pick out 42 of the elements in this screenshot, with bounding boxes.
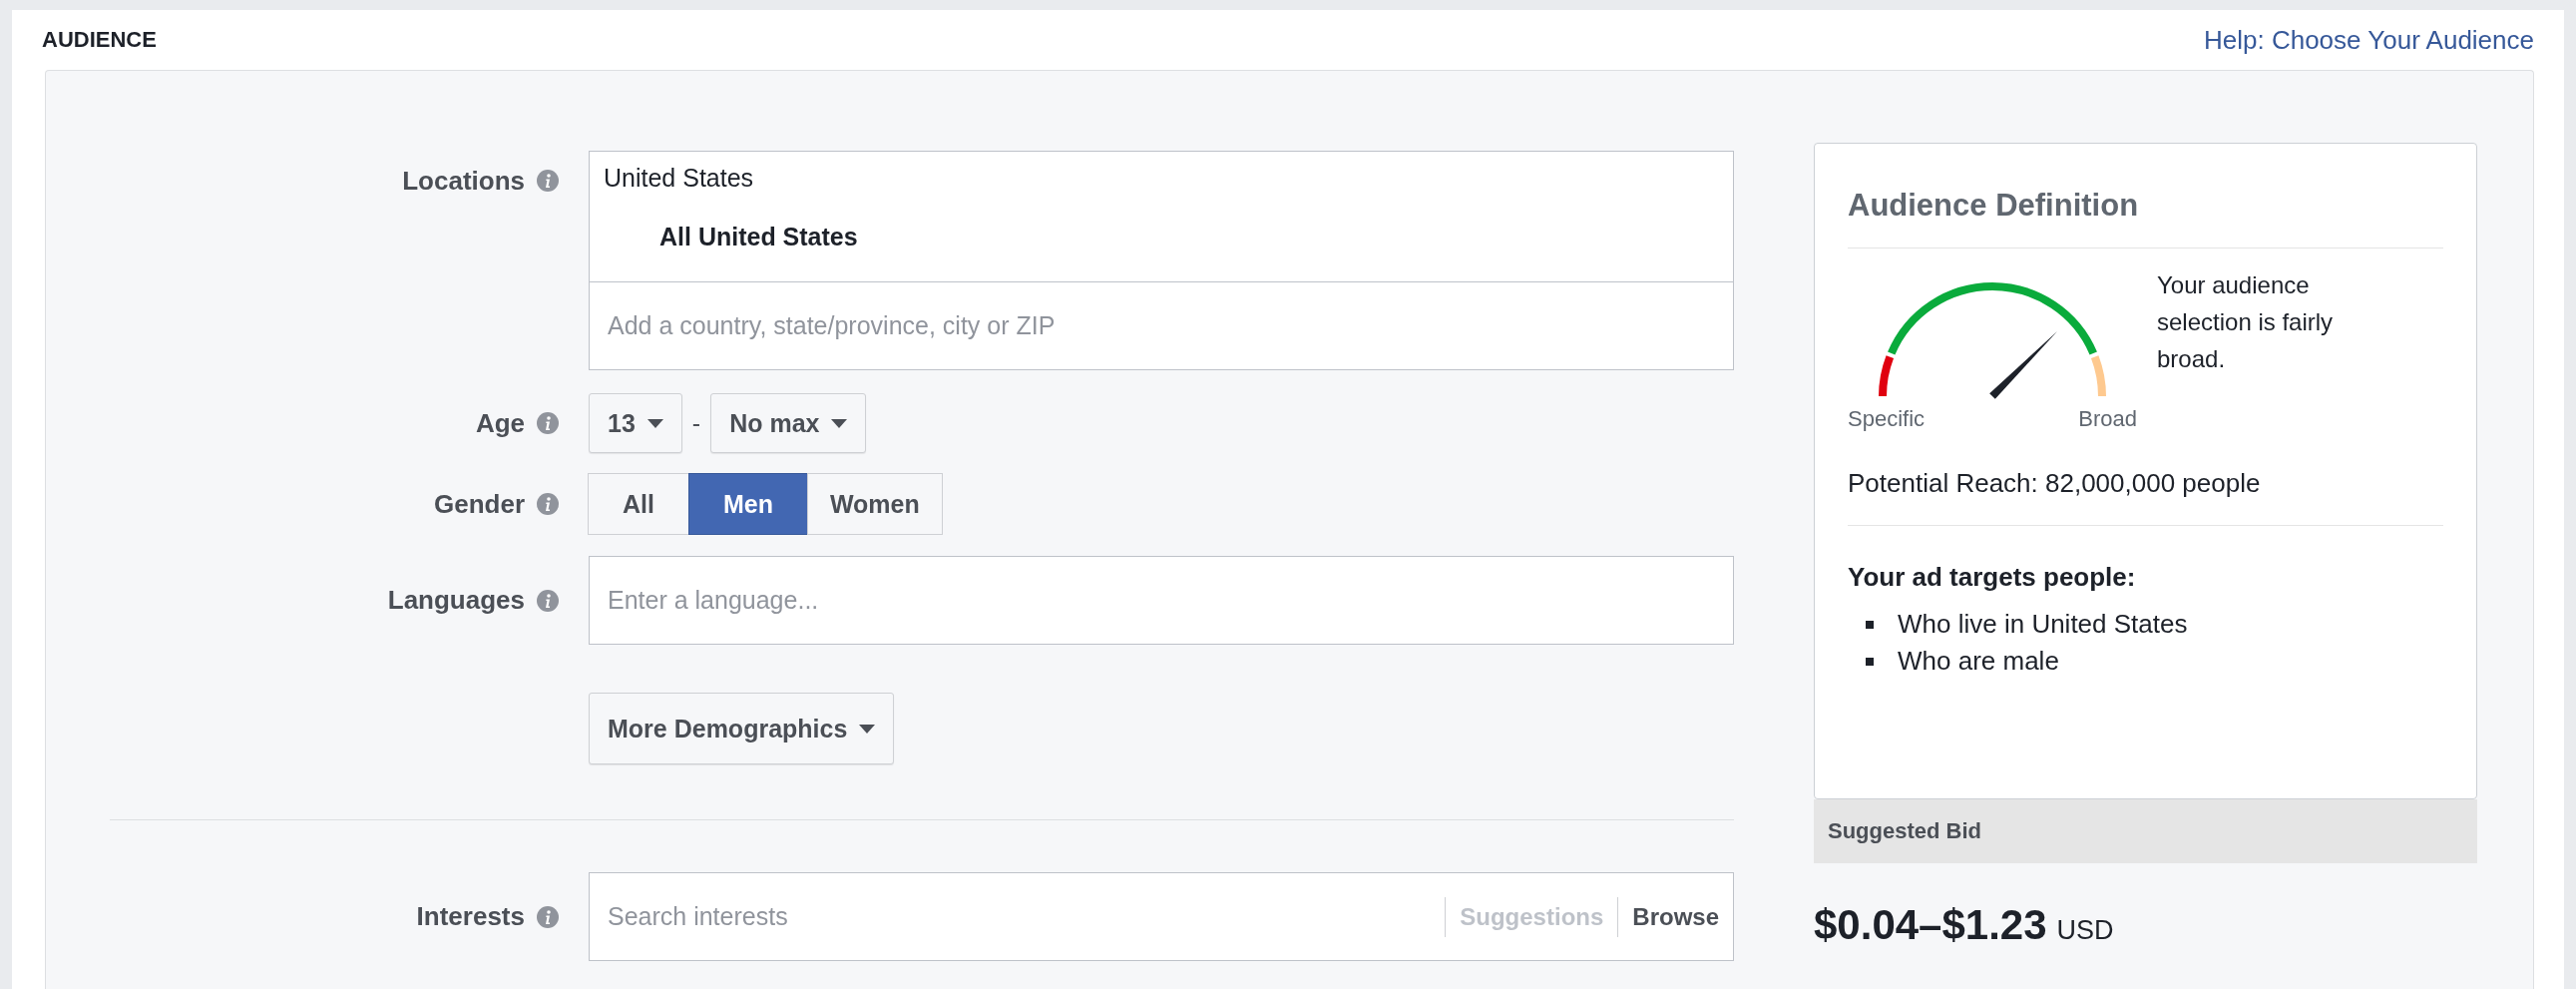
info-icon[interactable] — [537, 905, 559, 928]
gender-option[interactable]: Women — [806, 473, 943, 535]
info-icon[interactable] — [537, 170, 559, 192]
caret-icon — [859, 724, 876, 734]
card-title: Audience Definition — [1848, 187, 2140, 225]
info-icon[interactable] — [537, 493, 559, 515]
locations-field[interactable]: United States All United States Add a country, state/province, city or ZIP — [589, 151, 1734, 370]
bid-range: $0.04–$1.23 — [1814, 901, 2047, 949]
caret-icon — [646, 418, 663, 428]
potential-reach: Potential Reach: 82,000,000 people — [1848, 468, 2262, 499]
bullet-icon — [1866, 620, 1874, 629]
age-max-dropdown[interactable]: No max — [710, 393, 867, 453]
gauge-min-label: Specific — [1848, 406, 1926, 432]
field-label: Languages — [387, 585, 525, 616]
gauge-needle — [1989, 330, 2058, 399]
location-country: United States — [604, 164, 755, 193]
more-demographics-button[interactable]: More Demographics — [589, 693, 895, 764]
targets-title: Your ad targets people: — [1848, 562, 2137, 593]
target-item: Who live in United States — [1898, 609, 2188, 640]
section-title: AUDIENCE — [42, 27, 157, 53]
help-link[interactable]: Help: Choose Your Audience — [2203, 24, 2534, 56]
bid-currency: USD — [2056, 915, 2114, 946]
field-label: Gender — [433, 488, 525, 520]
info-icon[interactable] — [537, 412, 559, 434]
bullet-icon — [1866, 657, 1874, 666]
audience-summary: Your audience selection is fairly broad. — [2157, 270, 2335, 374]
field-label: Locations — [402, 165, 525, 197]
field-label: Interests — [416, 901, 525, 932]
gender-option[interactable]: All — [588, 473, 689, 535]
age-separator: - — [691, 408, 701, 438]
field-label: Age — [475, 407, 525, 439]
age-min-dropdown[interactable]: 13 — [589, 393, 682, 453]
caret-icon — [831, 418, 848, 428]
bid-title: Suggested Bid — [1828, 818, 1981, 844]
location-input[interactable]: Add a country, state/province, city or ZIP — [590, 282, 1733, 369]
gauge-max-label: Broad — [2078, 406, 2137, 432]
info-icon[interactable] — [537, 589, 559, 612]
location-scope: All United States — [659, 223, 859, 251]
target-item: Who are male — [1898, 646, 2059, 677]
gender-option[interactable]: Men — [687, 473, 808, 535]
interests-action[interactable]: Browse — [1617, 896, 1733, 937]
languages-input[interactable]: Enter a language... — [590, 557, 1733, 644]
